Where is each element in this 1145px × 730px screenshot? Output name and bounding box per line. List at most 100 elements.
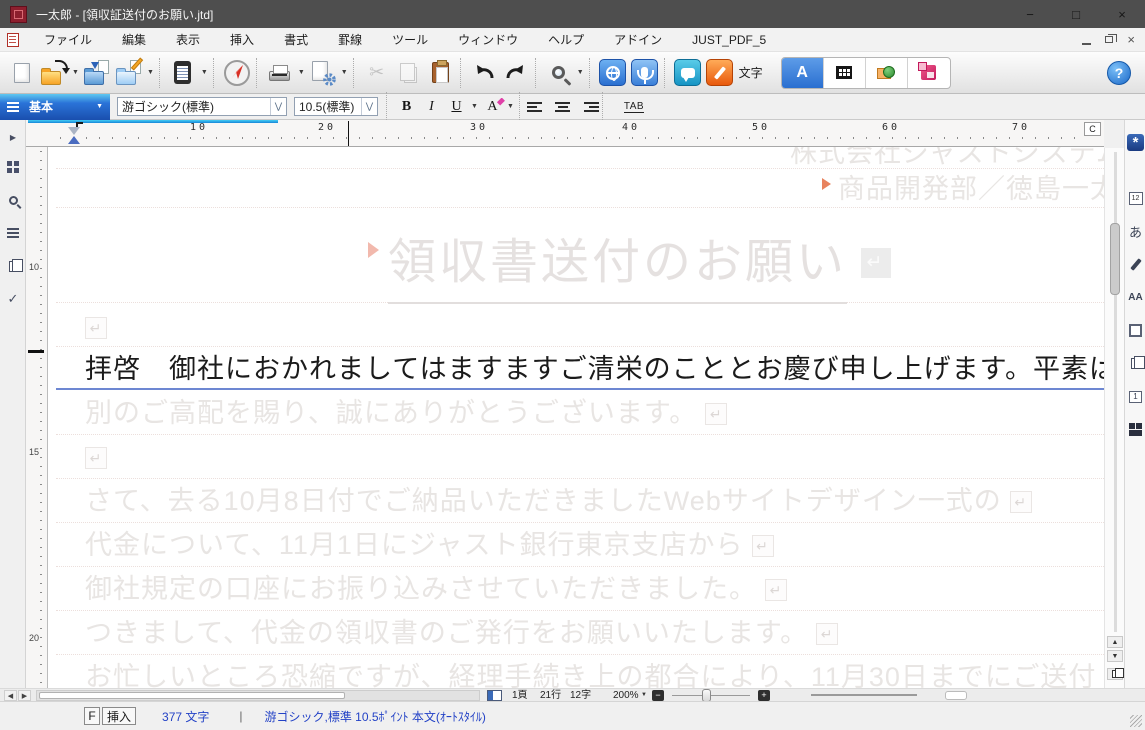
table-view-button[interactable] [824,58,866,88]
menu-addin[interactable]: アドイン [599,31,677,48]
search-palette-icon[interactable] [6,193,20,207]
window-palette-icon[interactable]: 1 [1127,388,1144,405]
cut-button[interactable]: ✂ [361,55,393,91]
italic-button[interactable]: I [419,96,444,118]
menu-format[interactable]: 書式 [269,31,323,48]
menu-view[interactable]: 表示 [161,31,215,48]
document-area[interactable]: 株式会社ジャストシステム 商品開発部／徳島一太郎 領収書送付のお願い 拝啓 御社… [48,147,1104,688]
page-jump-button[interactable] [1107,668,1123,680]
menu-window[interactable]: ウィンドウ [443,31,533,48]
sheet-grid-icon[interactable] [6,160,20,174]
date-palette-icon[interactable]: 12 [1127,190,1144,207]
insert-mode-button[interactable]: 挿入 [102,707,136,725]
horizontal-scrollbar-thumb[interactable] [39,692,345,699]
hanako-view-button[interactable] [908,58,950,88]
paste-button[interactable] [425,55,457,91]
save-as-dropdown-caret[interactable]: ▼ [145,69,156,76]
font-size-select[interactable]: 10.5(標準) ⋁ [294,97,378,116]
scroll-down-button[interactable]: ▼ [1107,650,1123,662]
scroll-up-button[interactable]: ▲ [1107,636,1123,648]
doc-restore-icon[interactable] [1105,36,1113,43]
print-settings-button[interactable] [307,55,339,91]
justsystems-flower-icon[interactable]: * [1127,134,1144,151]
viewer-dropdown-caret[interactable]: ▼ [199,69,210,76]
kana-palette-icon[interactable]: あ [1127,223,1144,240]
body-line[interactable]: つきまして、代金の領収書のご発行をお願いいたします。 [85,616,838,650]
doc-minimize-icon[interactable] [1082,43,1091,45]
pages-palette-icon[interactable] [1127,355,1144,372]
print-button[interactable] [264,55,296,91]
doc-close-icon[interactable]: × [1127,35,1135,45]
secondary-scroll-line[interactable] [811,694,917,696]
zoom-slider-track[interactable] [672,695,750,696]
body-line-current[interactable]: 拝啓 御社におかれましてはますますご清栄のこととお慶び申し上げます。平素は [85,352,1104,386]
underline-button[interactable]: U [444,96,469,118]
blocks-palette-icon[interactable] [1127,421,1144,438]
body-line[interactable]: お忙しいところ恐縮ですが、経理手続き上の都合により、11月30日までにご送付 [85,660,1096,688]
open-dropdown-caret[interactable]: ▼ [70,69,81,76]
function-mode-button[interactable]: F [84,707,100,725]
menu-help[interactable]: ヘルプ [533,31,599,48]
body-line[interactable]: 御社規定の口座にお振り込みさせていただきました。 [85,572,787,606]
font-color-dropdown-caret[interactable]: ▼ [505,103,516,110]
close-button[interactable]: × [1099,0,1145,28]
text-view-button[interactable]: A [782,58,824,88]
pen-palette-icon[interactable] [1127,256,1144,273]
page-thumbnails-icon[interactable] [6,259,20,273]
maximize-button[interactable]: □ [1053,0,1099,28]
indent-marker-top[interactable] [68,127,80,135]
style-selector[interactable]: 基本 ▼ [0,94,110,120]
copy-button[interactable] [393,55,425,91]
menu-insert[interactable]: 挿入 [215,31,269,48]
zoom-out-button[interactable]: − [652,690,664,701]
save-as-button[interactable] [113,55,145,91]
scroll-right-button[interactable]: ▶ [18,690,31,701]
body-line[interactable] [85,310,107,344]
sender-person-line[interactable]: 商品開発部／徳島一太郎 [838,172,1104,206]
viewer-button[interactable] [167,55,199,91]
drawing-view-button[interactable] [866,58,908,88]
ruler-corner-button[interactable]: C [1084,122,1101,136]
open-button[interactable] [38,55,70,91]
search-button[interactable] [543,55,575,91]
redo-button[interactable] [500,55,532,91]
check-marks-icon[interactable]: ✓ [6,292,20,306]
zoom-in-button[interactable]: + [758,690,770,701]
chat-support-button[interactable] [672,55,704,91]
font-color-button[interactable]: A [480,96,505,118]
menu-just-pdf[interactable]: JUST_PDF_5 [677,33,781,47]
save-button[interactable] [81,55,113,91]
sender-company-line[interactable]: 株式会社ジャストシステム [790,147,1104,170]
minimize-button[interactable]: − [1007,0,1053,28]
bold-button[interactable]: B [394,96,419,118]
frame-palette-icon[interactable] [1127,322,1144,339]
tab-button[interactable]: TAB [624,101,644,113]
outline-list-icon[interactable] [6,226,20,240]
body-line[interactable]: 代金について、11月1日にジャスト銀行東京支店から [85,528,774,562]
menu-tools[interactable]: ツール [377,31,443,48]
help-button[interactable]: ? [1107,61,1131,85]
body-line[interactable]: 別のご高配を賜り、誠にありがとうございます。 [85,396,727,430]
align-left-button[interactable] [527,98,551,116]
undo-button[interactable] [468,55,500,91]
search-dropdown-caret[interactable]: ▼ [575,69,586,76]
print-settings-dropdown-caret[interactable]: ▼ [339,69,350,76]
body-line[interactable] [85,440,107,474]
vertical-scrollbar[interactable]: ▲ ▼ [1104,148,1124,688]
navigation-button[interactable] [221,55,253,91]
align-center-button[interactable] [551,98,575,116]
expand-palette-icon[interactable]: ▶ [6,130,20,144]
print-dropdown-caret[interactable]: ▼ [296,69,307,76]
text-check-button[interactable] [704,55,736,91]
scroll-left-button[interactable]: ◀ [4,690,17,701]
underline-dropdown-caret[interactable]: ▼ [469,103,480,110]
voice-input-button[interactable] [629,55,661,91]
font-select[interactable]: 游ゴシック(標準) ⋁ [117,97,287,116]
new-document-button[interactable] [6,55,38,91]
horizontal-scrollbar-track[interactable] [36,690,480,701]
menu-border[interactable]: 罫線 [323,31,377,48]
body-line[interactable]: さて、去る10月8日付でご納品いただきましたWebサイトデザイン一式の [85,484,1032,518]
font-palette-icon[interactable]: AA [1127,289,1144,306]
page-layout-icon[interactable] [487,690,502,701]
align-right-button[interactable] [575,98,599,116]
